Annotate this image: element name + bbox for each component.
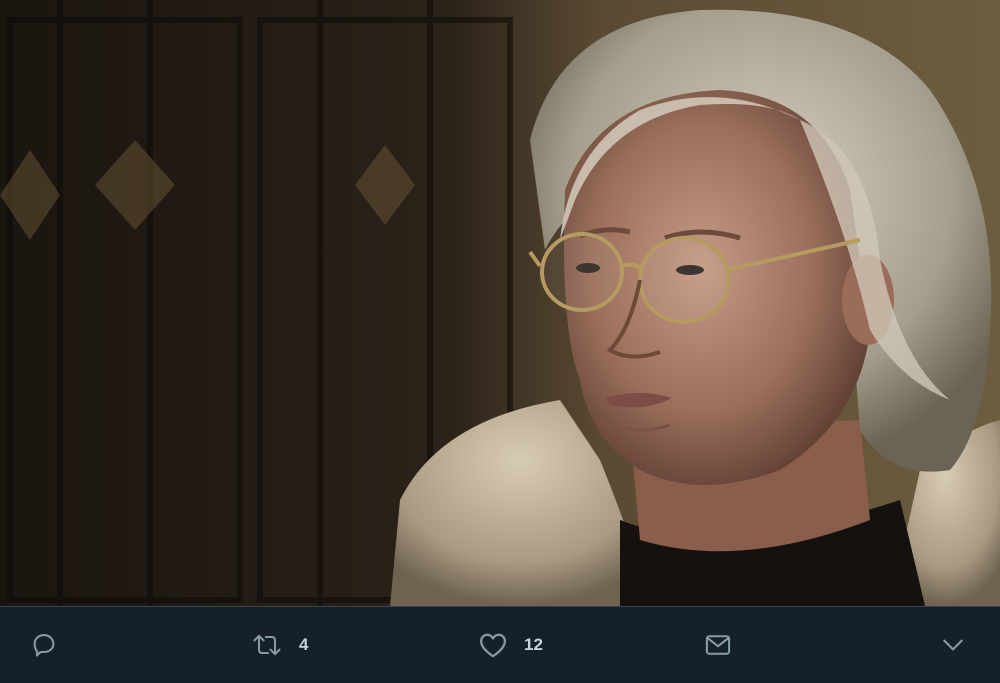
retweet-icon (251, 631, 283, 659)
reply-button[interactable] (30, 607, 74, 683)
heart-icon (478, 631, 508, 659)
direct-message-button[interactable] (704, 607, 732, 683)
chevron-down-icon (940, 632, 966, 658)
like-count: 12 (524, 635, 543, 654)
envelope-icon (704, 632, 732, 658)
reply-icon (30, 631, 58, 659)
more-options-button[interactable] (940, 607, 966, 683)
retweet-button[interactable]: 4 (251, 607, 308, 683)
tweet-action-bar: 4 12 (0, 607, 1000, 683)
like-button[interactable]: 12 (478, 607, 543, 683)
retweet-count: 4 (299, 635, 309, 654)
photo-illustration (0, 0, 1000, 606)
tweet-card: 4 12 (0, 0, 1000, 683)
tweet-photo[interactable] (0, 0, 1000, 606)
